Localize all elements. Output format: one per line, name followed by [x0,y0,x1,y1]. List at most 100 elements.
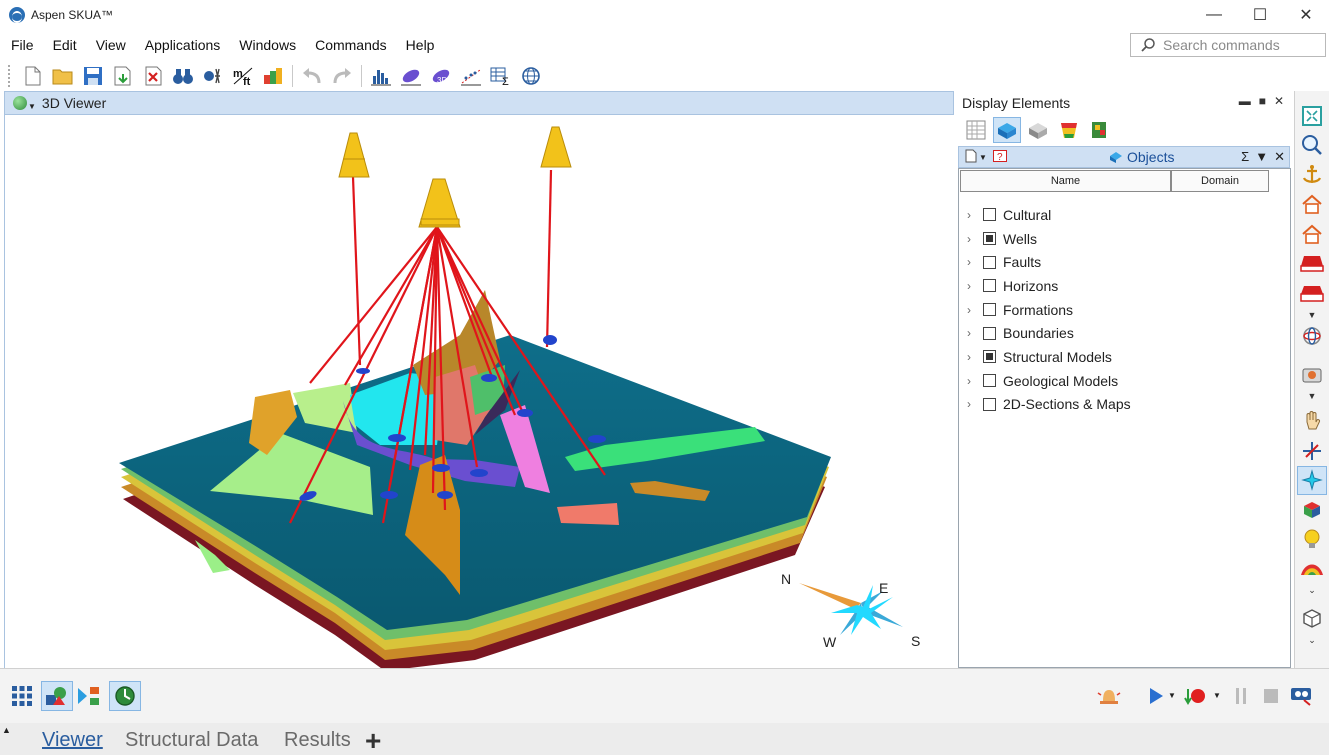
tree-item-checkbox[interactable] [983,208,996,222]
table-view-icon[interactable] [962,117,990,143]
binoculars-icon[interactable] [168,62,198,90]
tab-structural-data[interactable]: Structural Data [125,729,258,752]
grid-apps-icon[interactable] [6,681,38,711]
workflow-icon[interactable] [73,681,105,711]
rainbow-surface-icon[interactable] [1297,554,1327,584]
minimize-button[interactable]: — [1191,0,1237,30]
add-tab-button[interactable]: + [365,725,381,755]
maximize-button[interactable]: ☐ [1237,0,1283,30]
orbit-icon[interactable] [1297,322,1327,352]
chevron-down-icon[interactable]: ▼ [1297,389,1327,403]
tree-item-checkbox[interactable] [983,303,996,317]
well-search-icon[interactable] [198,62,228,90]
tab-viewer[interactable]: Viewer [42,729,103,752]
tree-item-checkbox[interactable] [983,232,996,246]
chevron-down-icon[interactable]: ▼ [979,153,987,162]
bounding-box-icon[interactable] [1297,604,1327,634]
redo-icon[interactable] [327,62,357,90]
tree-item-checkbox[interactable] [983,279,996,293]
shapes-icon[interactable] [41,681,73,711]
pan-hand-icon[interactable] [1297,407,1327,437]
anchor-icon[interactable] [1297,160,1327,190]
chevron-right-icon[interactable]: › [967,397,983,411]
panel-maximize-icon[interactable]: ■ [1259,94,1266,108]
gray-cube-icon[interactable] [1024,117,1052,143]
new-object-icon[interactable] [965,149,977,166]
viewer-globe-icon[interactable] [109,681,141,711]
menu-windows[interactable]: Windows [228,37,304,53]
chevron-right-icon[interactable]: › [967,303,983,317]
delete-icon[interactable] [138,62,168,90]
chevron-down-icon[interactable]: ▼ [1213,691,1221,700]
save-icon[interactable] [78,62,108,90]
chevron-up-icon[interactable]: ▲ [2,725,11,735]
chevron-down-icon[interactable]: ▼ [28,102,36,111]
alarm-bell-icon[interactable] [1093,681,1125,711]
menu-view[interactable]: View [85,37,134,53]
home-icon[interactable] [1297,190,1327,220]
search-commands-box[interactable] [1130,33,1326,57]
chevron-right-icon[interactable]: › [967,326,983,340]
sum-icon[interactable]: Σ [1241,149,1249,165]
color-map-icon[interactable] [1055,117,1083,143]
settings-gear-icon[interactable] [1286,681,1318,711]
new-file-icon[interactable] [18,62,48,90]
panel-close-icon[interactable]: ✕ [1274,94,1284,108]
chevron-right-icon[interactable]: › [967,208,983,222]
chevron-right-icon[interactable]: › [967,232,983,246]
tree-item[interactable]: › Horizons [959,274,1290,298]
tree-item-checkbox[interactable] [983,326,996,340]
stop-icon[interactable] [1255,681,1287,711]
undo-icon[interactable] [297,62,327,90]
menu-file[interactable]: File [0,37,42,53]
tree-item-checkbox[interactable] [983,255,996,269]
tree-item[interactable]: › 2D-Sections & Maps [959,393,1290,417]
tree-item[interactable]: › Geological Models [959,369,1290,393]
chevron-right-icon[interactable]: › [967,279,983,293]
scatter-plot-icon[interactable] [456,62,486,90]
menu-commands[interactable]: Commands [304,37,395,53]
tree-item-checkbox[interactable] [983,397,996,411]
histogram-icon[interactable] [366,62,396,90]
3d-viewport[interactable]: N E W S [4,115,954,668]
section-view-icon[interactable] [1297,249,1327,279]
axes-icon[interactable] [1297,436,1327,466]
search-input[interactable] [1163,37,1323,53]
tree-item-checkbox[interactable] [983,350,996,364]
tab-results[interactable]: Results [284,729,351,752]
close-icon[interactable]: ✕ [1274,149,1285,165]
color-cube-icon[interactable] [1297,495,1327,525]
blocks-icon[interactable] [258,62,288,90]
tree-item-checkbox[interactable] [983,374,996,388]
globe-icon[interactable] [516,62,546,90]
lightbulb-icon[interactable] [1297,525,1327,555]
column-header-domain[interactable]: Domain [1171,170,1269,192]
home-icon[interactable] [1297,219,1327,249]
toolbar-grip[interactable] [8,64,12,87]
zoom-icon[interactable] [1297,131,1327,161]
menu-help[interactable]: Help [395,37,443,53]
section-view-icon[interactable] [1297,278,1327,308]
tree-item[interactable]: › Wells [959,227,1290,251]
compass-toggle-icon[interactable] [1297,465,1327,495]
statistics-table-icon[interactable]: Σ [486,62,516,90]
chevron-down-icon[interactable]: ▼ [1168,691,1176,700]
objects-cube-icon[interactable] [993,117,1021,143]
3d-scene[interactable]: N E W S [5,115,954,668]
panel-minimize-icon[interactable]: ▬ [1239,94,1251,108]
record-step-icon[interactable] [1180,681,1212,711]
menu-edit[interactable]: Edit [42,37,85,53]
tree-item[interactable]: › Boundaries [959,321,1290,345]
chevron-down-icon[interactable]: ⌄ [1297,633,1327,647]
pause-icon[interactable] [1225,681,1257,711]
chevron-down-icon[interactable]: ▼ [1297,308,1327,322]
chevron-right-icon[interactable]: › [967,255,983,269]
tree-item[interactable]: › Formations [959,298,1290,322]
camera-icon[interactable] [1297,359,1327,389]
chevron-right-icon[interactable]: › [967,374,983,388]
palette-icon[interactable] [1086,117,1114,143]
close-button[interactable]: ✕ [1283,0,1329,30]
filter-icon[interactable]: ▼ [1255,149,1268,165]
tree-item[interactable]: › Cultural [959,203,1290,227]
column-header-name[interactable]: Name [960,170,1171,192]
